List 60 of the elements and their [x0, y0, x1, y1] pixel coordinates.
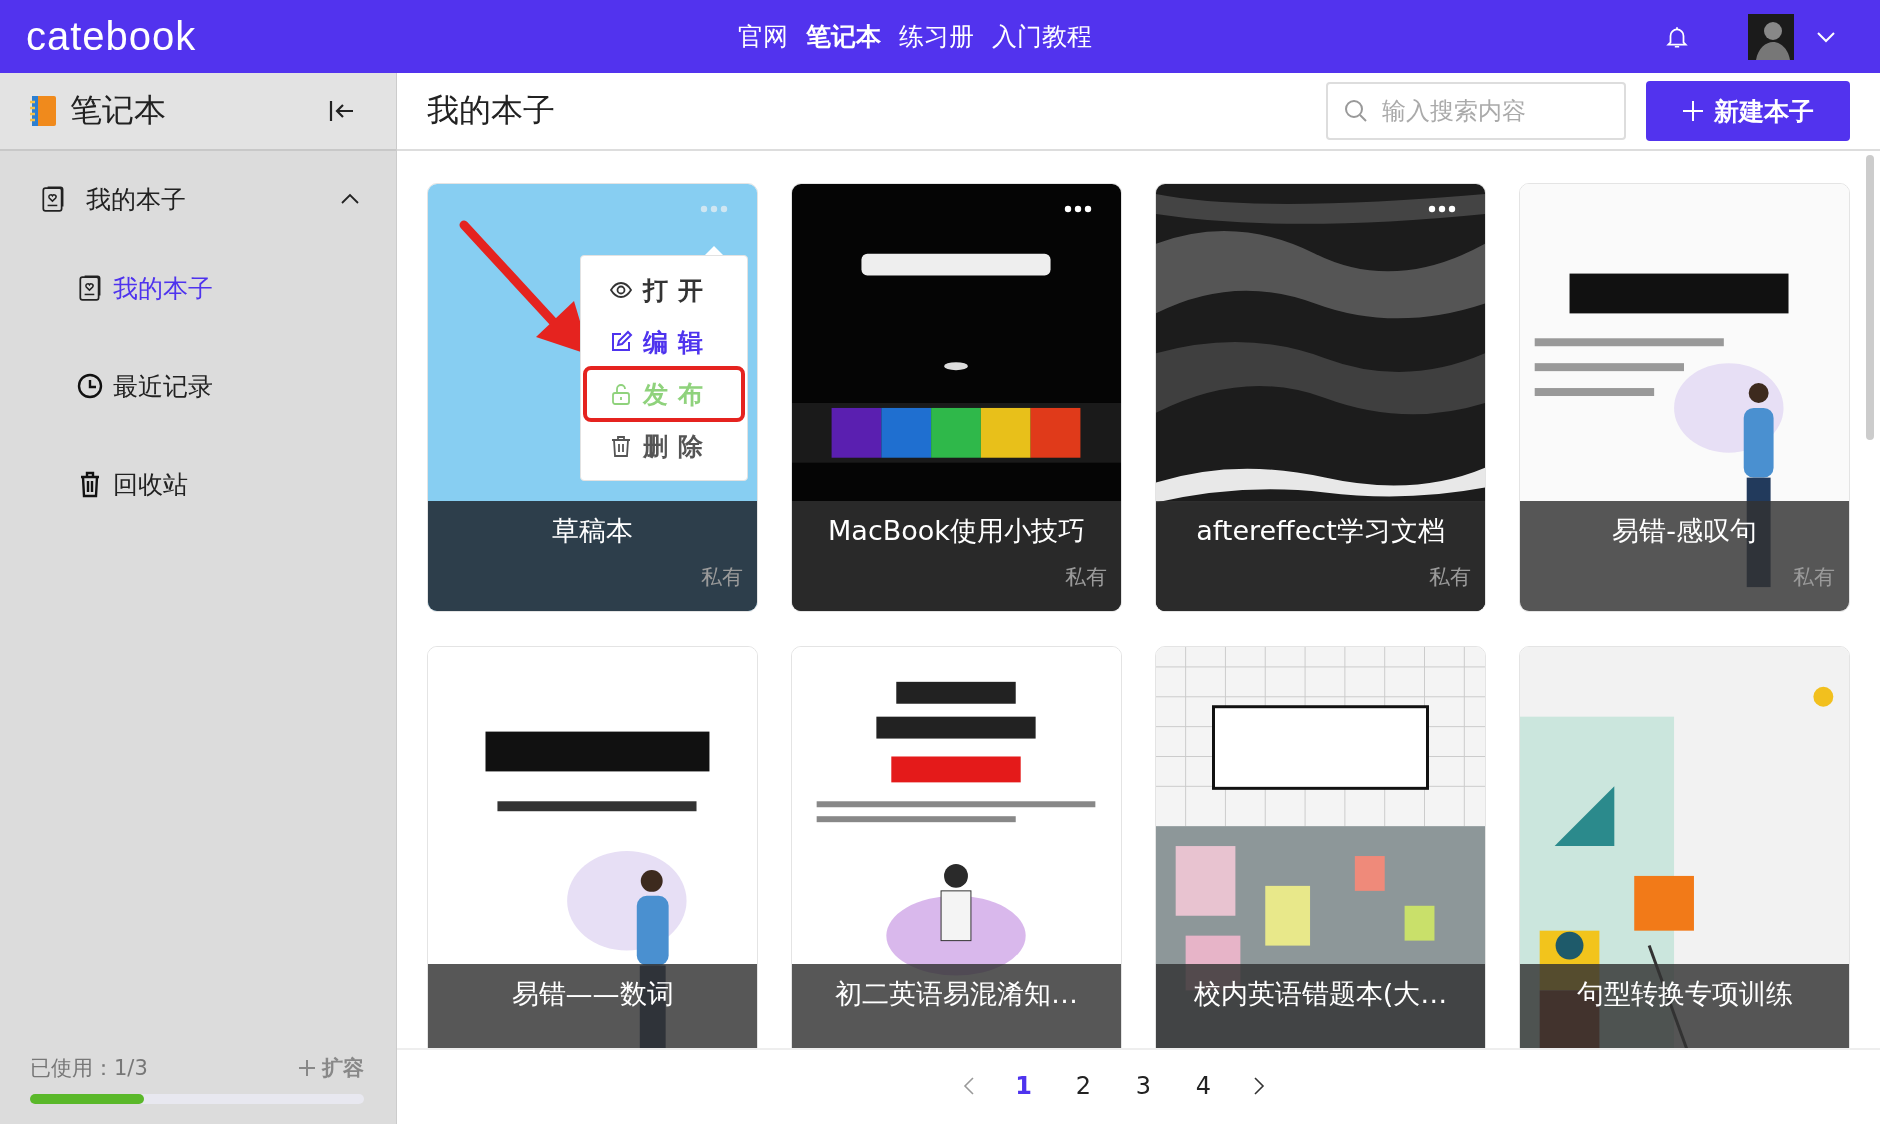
- clock-icon: [77, 372, 103, 400]
- notebook-card[interactable]: aftereffect学习文档 私有: [1155, 183, 1486, 612]
- privacy-label: 私有: [1429, 564, 1471, 591]
- nav-link[interactable]: 官网: [738, 20, 788, 53]
- edit-icon: [609, 330, 633, 354]
- collapse-icon[interactable]: [328, 98, 356, 124]
- usage-label: 已使用：1/3: [30, 1055, 148, 1082]
- page-number[interactable]: 1: [1011, 1072, 1036, 1100]
- page-title: 我的本子: [427, 90, 555, 131]
- sidebar-group[interactable]: 我的本子: [0, 159, 396, 239]
- plus-icon: [298, 1059, 316, 1077]
- privacy-label: 私有: [1793, 564, 1835, 591]
- menu-item[interactable]: 打开: [585, 264, 743, 316]
- page-number[interactable]: 2: [1071, 1072, 1096, 1100]
- notebook-title: 易错-感叹句: [1612, 514, 1757, 548]
- notebook-icon: [77, 274, 103, 302]
- new-notebook-button[interactable]: 新建本子: [1646, 81, 1850, 141]
- notebook-title: 易错——数词: [511, 977, 674, 1011]
- plus-icon: [1682, 100, 1704, 122]
- notebook-card[interactable]: 易错——数词: [427, 646, 758, 1048]
- menu-item[interactable]: 删除: [585, 420, 743, 472]
- notebook-icon: [40, 185, 66, 213]
- notebook-title: 初二英语易混淆知…: [835, 977, 1078, 1011]
- search-field[interactable]: 输入搜索内容: [1326, 82, 1626, 140]
- nav-link[interactable]: 笔记本: [806, 20, 881, 53]
- scrollbar[interactable]: [1866, 155, 1874, 440]
- privacy-label: 私有: [701, 564, 743, 591]
- group-label: 我的本子: [86, 183, 186, 216]
- nav-link[interactable]: 入门教程: [992, 20, 1092, 53]
- notebook-title: 校内英语错题本(大…: [1193, 977, 1448, 1011]
- more-icon[interactable]: [1063, 204, 1093, 214]
- notebook-title: 草稿本: [552, 514, 633, 548]
- notebook-title: MacBook使用小技巧: [828, 514, 1085, 548]
- notebook-title: aftereffect学习文档: [1196, 514, 1445, 548]
- page-number[interactable]: 3: [1131, 1072, 1156, 1100]
- privacy-label: 私有: [1065, 564, 1107, 591]
- notebook-card[interactable]: 校内英语错题本(大…: [1155, 646, 1486, 1048]
- notebook-card[interactable]: 初二英语易混淆知…: [791, 646, 1122, 1048]
- trash-icon: [609, 434, 633, 458]
- more-icon[interactable]: [1427, 204, 1457, 214]
- chevron-up-icon[interactable]: [340, 193, 360, 205]
- unlock-icon: [609, 382, 633, 406]
- sidebar-title: 笔记本: [70, 90, 166, 131]
- nav-link[interactable]: 练习册: [899, 20, 974, 53]
- sidebar-item[interactable]: 回收站: [0, 435, 396, 533]
- page-number[interactable]: 4: [1191, 1072, 1216, 1100]
- next-page-icon[interactable]: [1251, 1076, 1266, 1096]
- sidebar-item[interactable]: 我的本子: [0, 239, 396, 337]
- notebook-card[interactable]: 易错-感叹句 私有: [1519, 183, 1850, 612]
- sidebar-item[interactable]: 最近记录: [0, 337, 396, 435]
- app-logo[interactable]: catebook: [26, 14, 197, 59]
- menu-item[interactable]: 编辑: [585, 316, 743, 368]
- notebook-title: 句型转换专项训练: [1576, 977, 1793, 1011]
- caret-icon[interactable]: [1816, 30, 1836, 43]
- notebook-card[interactable]: MacBook使用小技巧 私有: [791, 183, 1122, 612]
- notebook-card[interactable]: 打开 编辑 发布 删除 草稿本 私有: [427, 183, 758, 612]
- search-icon: [1344, 99, 1368, 123]
- notebook-card[interactable]: 句型转换专项训练: [1519, 646, 1850, 1048]
- previous-page-icon[interactable]: [961, 1076, 976, 1096]
- notebook-icon: [28, 94, 58, 128]
